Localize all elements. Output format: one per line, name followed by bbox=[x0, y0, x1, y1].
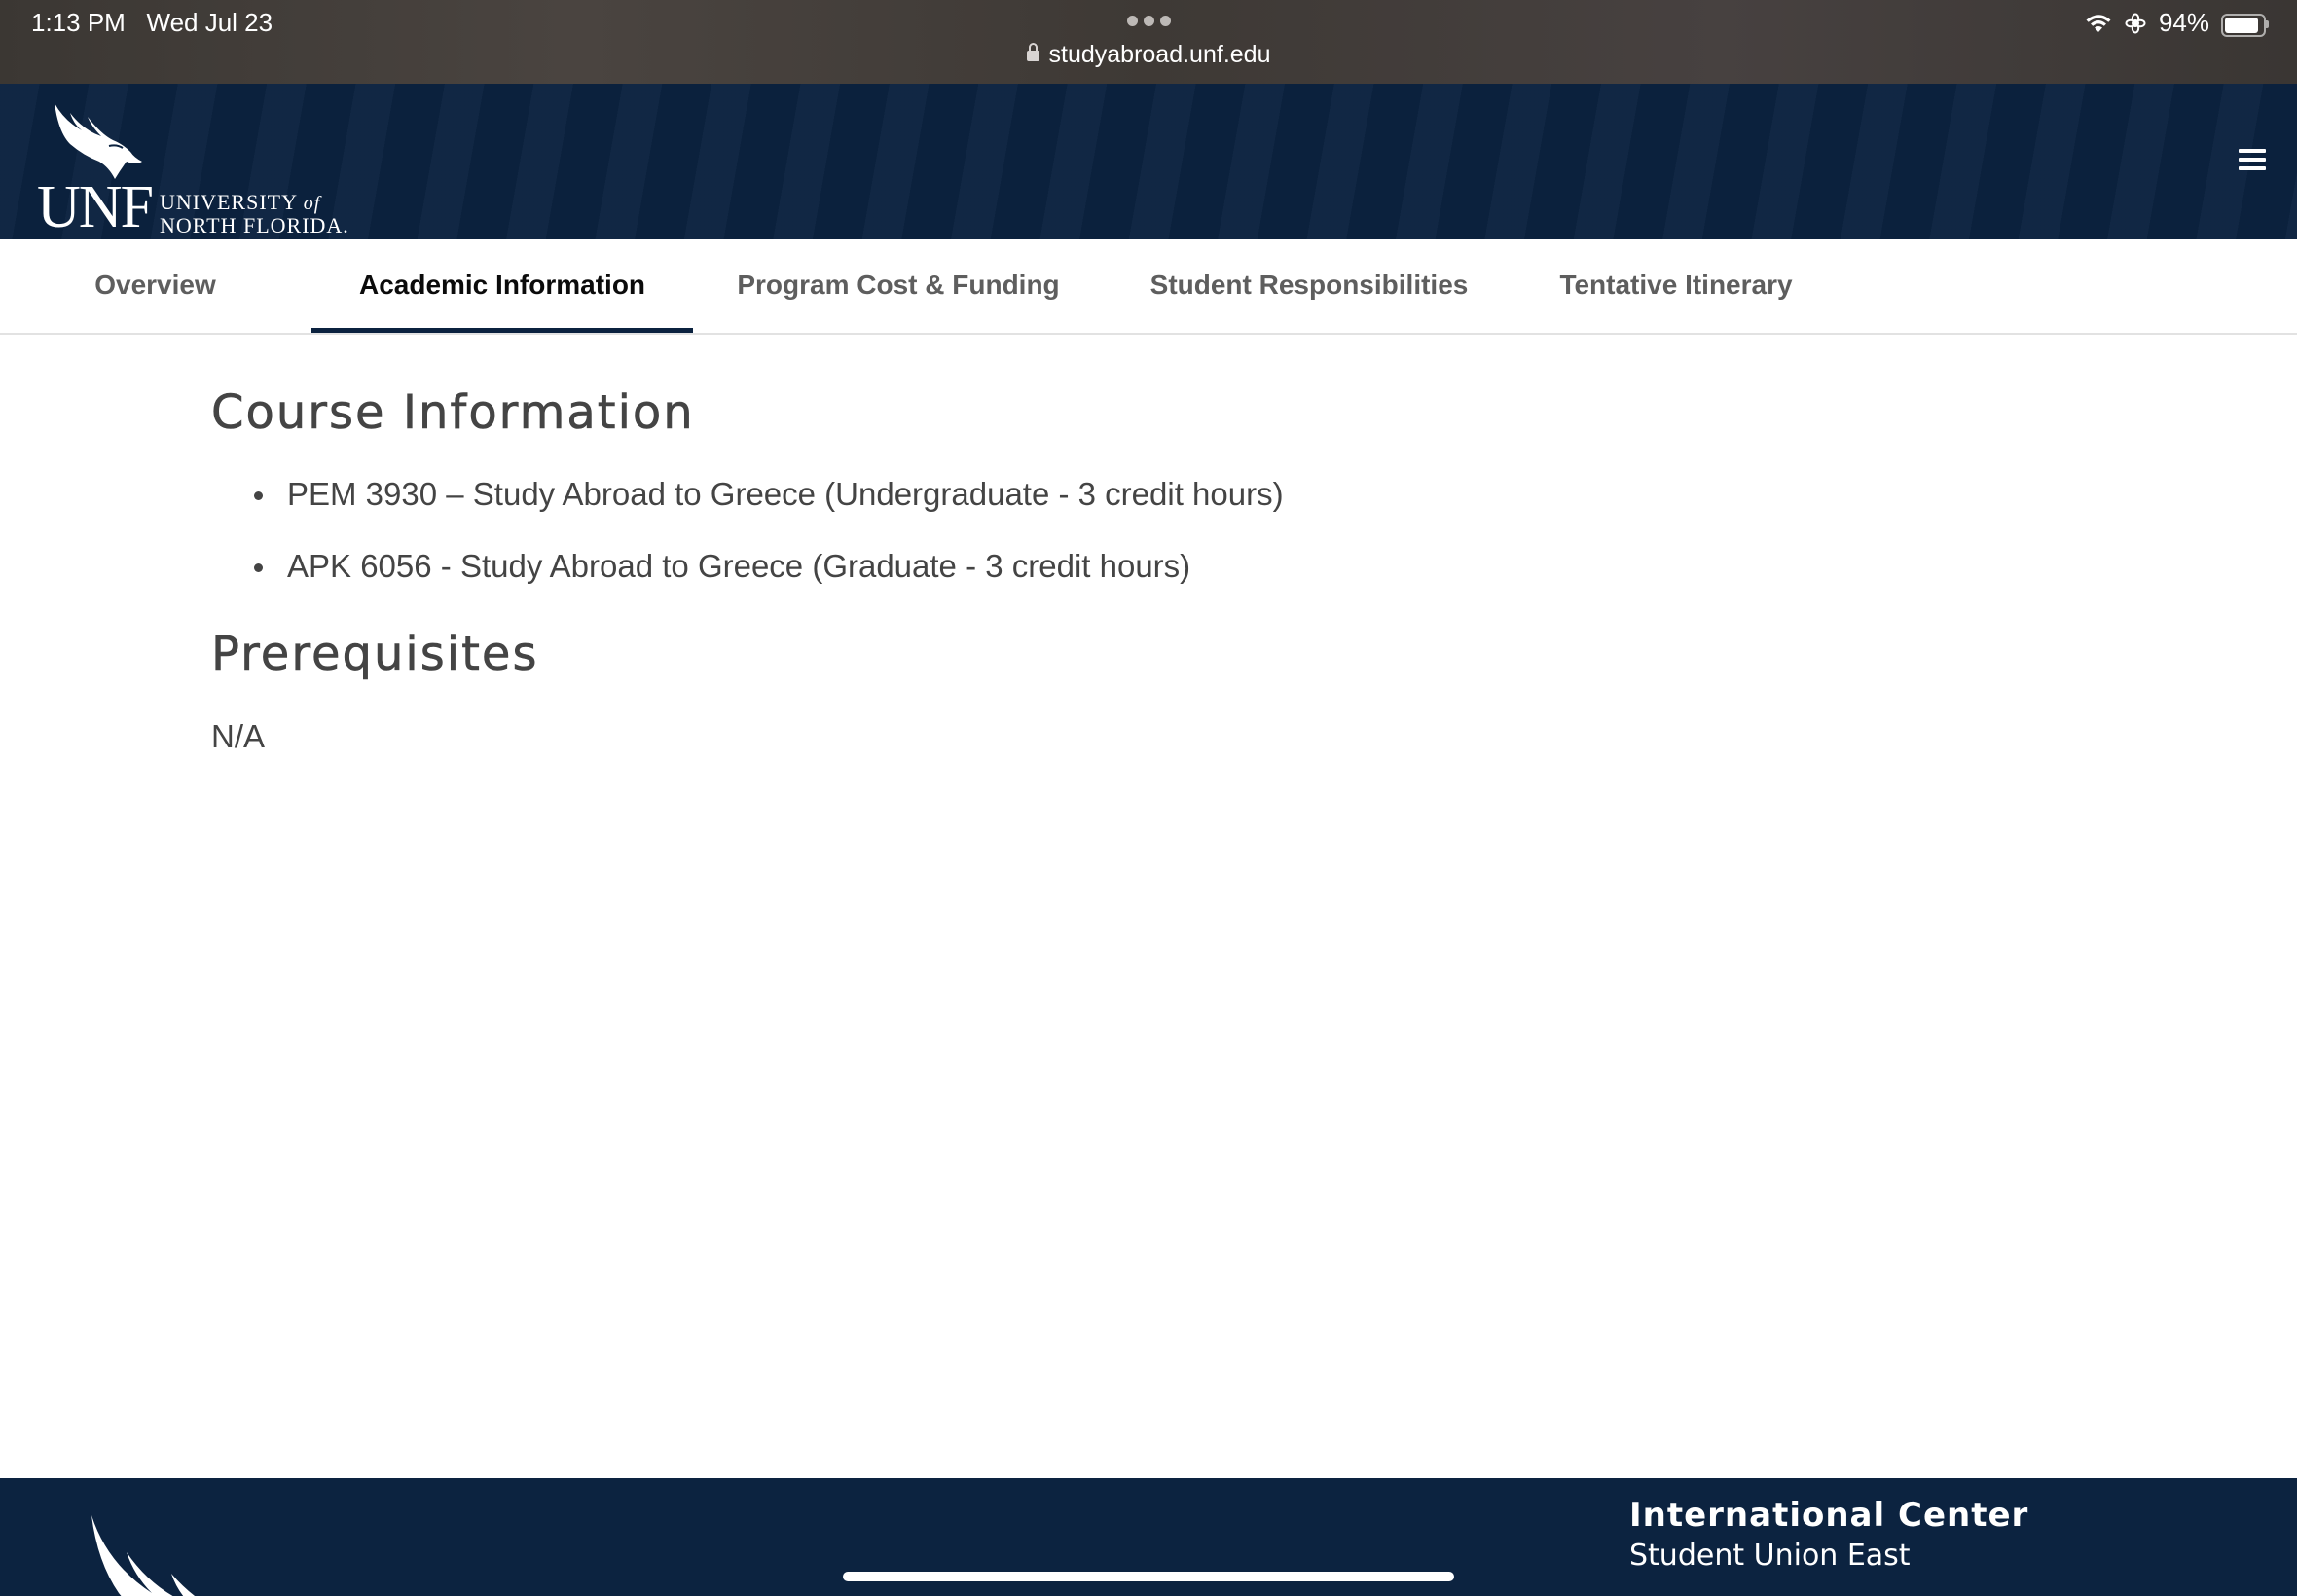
course-information-heading: Course Information bbox=[211, 385, 695, 441]
logo-university-name: UNIVERSITY of NORTH FLORIDA. bbox=[160, 190, 349, 238]
site-footer: International Center Student Union East bbox=[0, 1478, 2297, 1596]
osprey-icon bbox=[55, 103, 142, 179]
course-list: PEM 3930 – Study Abroad to Greece (Under… bbox=[211, 475, 1963, 586]
list-item: APK 6056 - Study Abroad to Greece (Gradu… bbox=[211, 547, 1963, 586]
status-time: 1:13 PM Wed Jul 23 bbox=[31, 8, 273, 37]
hamburger-icon bbox=[2239, 149, 2266, 153]
tab-tentative-itinerary[interactable]: Tentative Itinerary bbox=[1544, 239, 1808, 333]
wifi-icon bbox=[2086, 14, 2111, 32]
osprey-icon bbox=[91, 1515, 196, 1596]
battery-icon bbox=[2221, 12, 2270, 37]
menu-button[interactable] bbox=[2235, 144, 2274, 181]
logo-wordmark: UNF bbox=[37, 174, 154, 240]
main-content: Course Information PEM 3930 – Study Abro… bbox=[211, 385, 1963, 755]
program-tabs: Overview Academic Information Program Co… bbox=[0, 239, 2297, 335]
address-bar[interactable]: studyabroad.unf.edu bbox=[0, 41, 2297, 69]
multitasking-dots-icon[interactable] bbox=[1127, 16, 1171, 26]
tab-program-cost-funding[interactable]: Program Cost & Funding bbox=[720, 239, 1076, 333]
lock-icon bbox=[1026, 43, 1039, 61]
status-icons: 94% bbox=[2085, 8, 2270, 38]
site-header: UNF UNIVERSITY of NORTH FLORIDA. bbox=[0, 84, 2297, 239]
url-text: studyabroad.unf.edu bbox=[1048, 41, 1271, 68]
home-indicator[interactable] bbox=[843, 1572, 1454, 1581]
tab-overview[interactable]: Overview bbox=[60, 239, 250, 333]
prerequisites-text: N/A bbox=[211, 718, 266, 754]
footer-title: International Center bbox=[1629, 1496, 2029, 1535]
unf-logo[interactable]: UNF UNIVERSITY of NORTH FLORIDA. bbox=[37, 101, 348, 237]
list-item: PEM 3930 – Study Abroad to Greece (Under… bbox=[211, 475, 1963, 514]
status-bar: 1:13 PM Wed Jul 23 studyabroad.unf.edu 9… bbox=[0, 0, 2297, 84]
tab-student-responsibilities[interactable]: Student Responsibilities bbox=[1137, 239, 1481, 333]
tab-academic-information[interactable]: Academic Information bbox=[311, 239, 693, 333]
battery-percent: 94% bbox=[2158, 8, 2209, 37]
focus-mode-icon bbox=[2125, 13, 2146, 33]
prerequisites-heading: Prerequisites bbox=[211, 627, 539, 682]
footer-subtitle: Student Union East bbox=[1629, 1539, 1911, 1573]
